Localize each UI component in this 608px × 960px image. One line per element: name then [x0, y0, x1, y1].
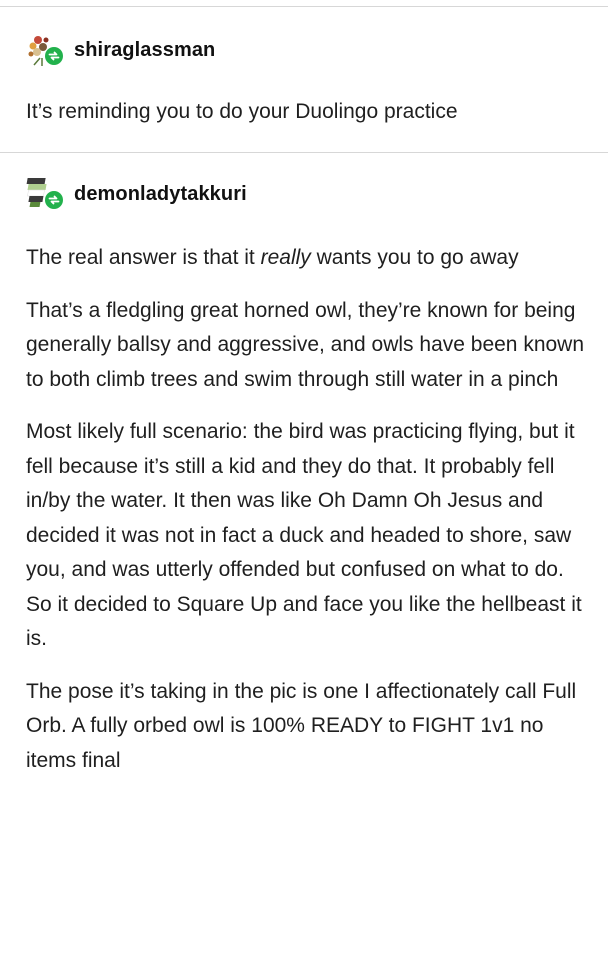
post-body: It’s reminding you to do your Duolingo p… — [26, 95, 586, 130]
post-divider — [0, 152, 608, 153]
paragraph: That’s a fledgling great horned owl, the… — [26, 298, 585, 391]
text-run: wants you to go away — [310, 246, 519, 269]
username[interactable]: shiraglassman — [74, 39, 215, 62]
emphasis-text: really — [260, 246, 311, 269]
flag-stripes-avatar-icon — [26, 178, 63, 209]
username[interactable]: demonladytakkuri — [74, 183, 247, 206]
paragraph: The real answer is that it really wants … — [26, 241, 586, 276]
post-body: The real answer is that it really wants … — [26, 241, 586, 778]
flower-bouquet-avatar-icon — [28, 36, 63, 66]
avatar[interactable] — [26, 176, 66, 212]
post-header: demonladytakkuri — [26, 176, 247, 212]
post-header: shiraglassman — [26, 32, 215, 68]
avatar[interactable] — [26, 32, 66, 68]
text-run: The real answer is that it — [26, 246, 261, 269]
paragraph: It’s reminding you to do your Duolingo p… — [26, 100, 458, 123]
top-border — [0, 6, 608, 7]
paragraph: Most likely full scenario: the bird was … — [26, 420, 582, 650]
paragraph: The pose it’s taking in the pic is one I… — [26, 679, 577, 772]
